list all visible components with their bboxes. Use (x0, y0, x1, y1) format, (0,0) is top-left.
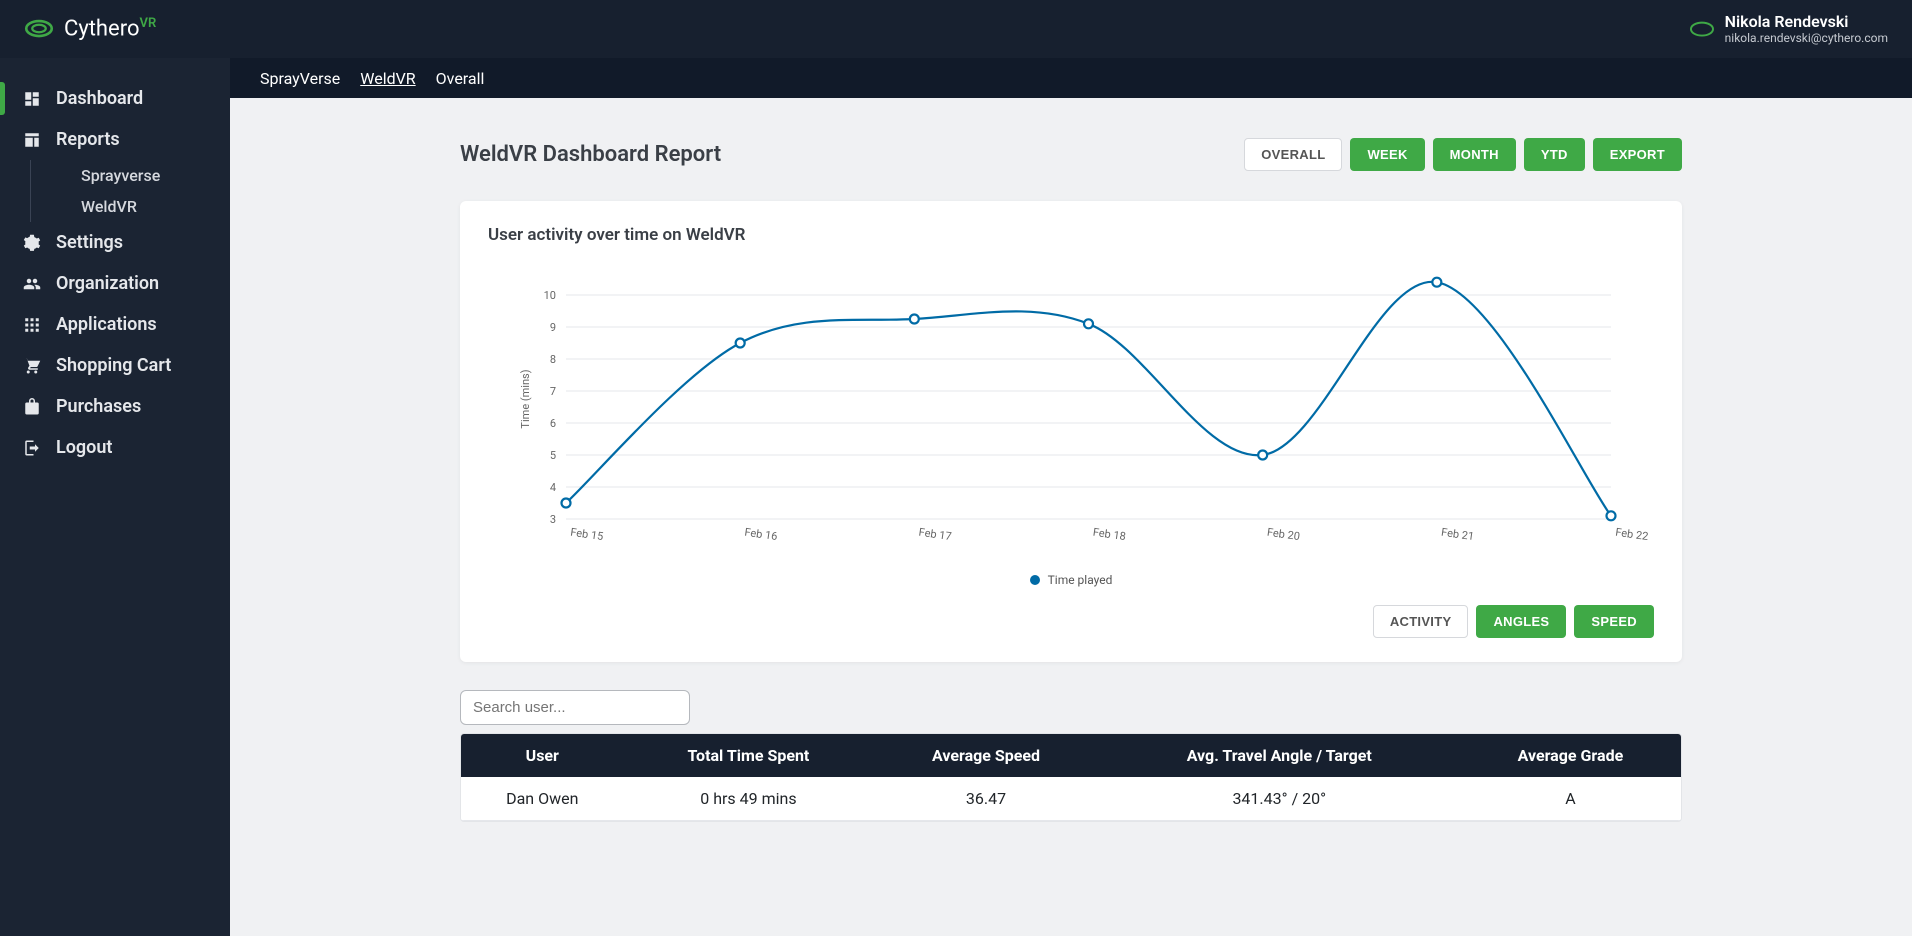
sidebar-item-dashboard[interactable]: Dashboard (0, 78, 230, 119)
brand[interactable]: CytheroVR (24, 16, 156, 41)
svg-text:Feb 17: Feb 17 (918, 526, 953, 543)
chart-wrap: 3 4 5 6 7 8 9 10 Feb 15 Feb 16 Feb 17 Feb 18 Feb 20 F… (488, 259, 1654, 587)
export-button[interactable]: EXPORT (1593, 138, 1682, 171)
svg-text:10: 10 (544, 289, 556, 302)
th-user: User (461, 734, 624, 777)
cell-grade: A (1460, 777, 1681, 821)
svg-text:3: 3 (550, 513, 556, 526)
range-overall-button[interactable]: OVERALL (1244, 138, 1342, 171)
sidebar-item-purchases[interactable]: Purchases (0, 386, 230, 427)
cell-time: 0 hrs 49 mins (624, 777, 874, 821)
tab-weldvr[interactable]: WeldVR (360, 69, 415, 88)
search-input[interactable] (460, 690, 690, 725)
user-info: Nikola Rendevski nikola.rendevski@cyther… (1725, 12, 1888, 46)
activity-line-chart: 3 4 5 6 7 8 9 10 Feb 15 Feb 16 Feb 17 Feb 18 Feb 20 F… (488, 259, 1654, 559)
svg-text:9: 9 (550, 321, 556, 334)
page-title: WeldVR Dashboard Report (460, 142, 721, 167)
sidebar-item-logout[interactable]: Logout (0, 427, 230, 468)
sidebar-item-label: Dashboard (56, 88, 143, 109)
sidebar-item-label: Purchases (56, 396, 141, 417)
range-month-button[interactable]: MONTH (1433, 138, 1516, 171)
topbar: CytheroVR Nikola Rendevski nikola.rendev… (0, 0, 1912, 58)
chart-title: User activity over time on WeldVR (488, 225, 1654, 245)
range-ytd-button[interactable]: YTD (1524, 138, 1585, 171)
product-tabbar: SprayVerse WeldVR Overall (230, 58, 1912, 98)
svg-text:Feb 18: Feb 18 (1092, 526, 1127, 543)
metric-activity-button[interactable]: ACTIVITY (1373, 605, 1469, 638)
tab-sprayverse[interactable]: SprayVerse (260, 69, 340, 88)
sidebar-item-settings[interactable]: Settings (0, 222, 230, 263)
svg-text:Feb 22: Feb 22 (1615, 526, 1650, 543)
content: WeldVR Dashboard Report OVERALL WEEK MON… (230, 98, 1912, 936)
svg-text:Feb 21: Feb 21 (1440, 526, 1475, 543)
sidebar-item-reports[interactable]: Reports (0, 119, 230, 160)
legend-label: Time played (1048, 573, 1113, 587)
svg-text:6: 6 (550, 417, 556, 430)
sidebar-item-shopping-cart[interactable]: Shopping Cart (0, 345, 230, 386)
user-menu[interactable]: Nikola Rendevski nikola.rendevski@cyther… (1689, 12, 1888, 46)
user-email: nikola.rendevski@cythero.com (1725, 31, 1888, 45)
svg-text:Feb 20: Feb 20 (1266, 526, 1301, 543)
th-grade: Average Grade (1460, 734, 1681, 777)
bag-icon (22, 397, 42, 417)
gear-icon (22, 233, 42, 253)
metric-button-row: ACTIVITY ANGLES SPEED (488, 605, 1654, 638)
metric-angles-button[interactable]: ANGLES (1476, 605, 1566, 638)
sidebar-nav: Dashboard Reports Sprayverse WeldVR Sett… (0, 58, 230, 468)
svg-text:Feb 15: Feb 15 (570, 526, 605, 543)
sidebar-item-label: Shopping Cart (56, 355, 171, 376)
cart-icon (22, 356, 42, 376)
chart-icon (22, 130, 42, 150)
main: SprayVerse WeldVR Overall WeldVR Dashboa… (230, 0, 1912, 936)
th-speed: Average Speed (873, 734, 1098, 777)
cell-angle: 341.43° / 20° (1099, 777, 1460, 821)
svg-text:7: 7 (550, 385, 556, 398)
sidebar-item-applications[interactable]: Applications (0, 304, 230, 345)
sidebar-item-label: Organization (56, 273, 159, 294)
th-angle: Avg. Travel Angle / Target (1099, 734, 1460, 777)
table-row[interactable]: Dan Owen 0 hrs 49 mins 36.47 341.43° / 2… (461, 777, 1681, 821)
tab-overall[interactable]: Overall (436, 69, 485, 88)
th-time: Total Time Spent (624, 734, 874, 777)
legend-dot-icon (1030, 575, 1040, 585)
sidebar-subitem-sprayverse[interactable]: Sprayverse (69, 160, 230, 191)
svg-text:Time (mins): Time (mins) (519, 369, 532, 428)
sidebar: Dashboard Reports Sprayverse WeldVR Sett… (0, 0, 230, 936)
metric-speed-button[interactable]: SPEED (1574, 605, 1654, 638)
gauge-icon (22, 89, 42, 109)
range-week-button[interactable]: WEEK (1350, 138, 1424, 171)
svg-text:5: 5 (550, 449, 556, 462)
chart-legend: Time played (488, 563, 1654, 587)
chart-card: User activity over time on WeldVR 3 4 5 6 7 8… (460, 201, 1682, 662)
brand-name: CytheroVR (64, 16, 156, 41)
users-icon (22, 274, 42, 294)
sidebar-item-organization[interactable]: Organization (0, 263, 230, 304)
user-name: Nikola Rendevski (1725, 12, 1888, 31)
cell-user: Dan Owen (461, 777, 624, 821)
sidebar-subitem-weldvr[interactable]: WeldVR (69, 191, 230, 222)
svg-text:Feb 16: Feb 16 (744, 526, 779, 543)
cell-speed: 36.47 (873, 777, 1098, 821)
table-header-row: User Total Time Spent Average Speed Avg.… (461, 734, 1681, 777)
sidebar-item-label: Logout (56, 437, 112, 458)
grid-icon (22, 315, 42, 335)
brand-logo-icon (24, 18, 54, 40)
range-button-row: OVERALL WEEK MONTH YTD EXPORT (1244, 138, 1682, 171)
page-head: WeldVR Dashboard Report OVERALL WEEK MON… (460, 138, 1682, 171)
sidebar-item-label: Reports (56, 129, 120, 150)
sidebar-item-label: Applications (56, 314, 157, 335)
brand-suffix: VR (140, 16, 157, 31)
sidebar-reports-children: Sprayverse WeldVR (30, 160, 230, 222)
users-table-wrap: User Total Time Spent Average Speed Avg.… (460, 733, 1682, 822)
brand-name-text: Cythero (64, 17, 140, 42)
sidebar-item-label: Settings (56, 232, 123, 253)
logout-icon (22, 438, 42, 458)
users-table: User Total Time Spent Average Speed Avg.… (461, 734, 1681, 821)
svg-text:4: 4 (550, 481, 556, 494)
vr-headset-icon (1689, 20, 1715, 38)
search-wrap (460, 690, 1682, 725)
svg-text:8: 8 (550, 353, 556, 366)
